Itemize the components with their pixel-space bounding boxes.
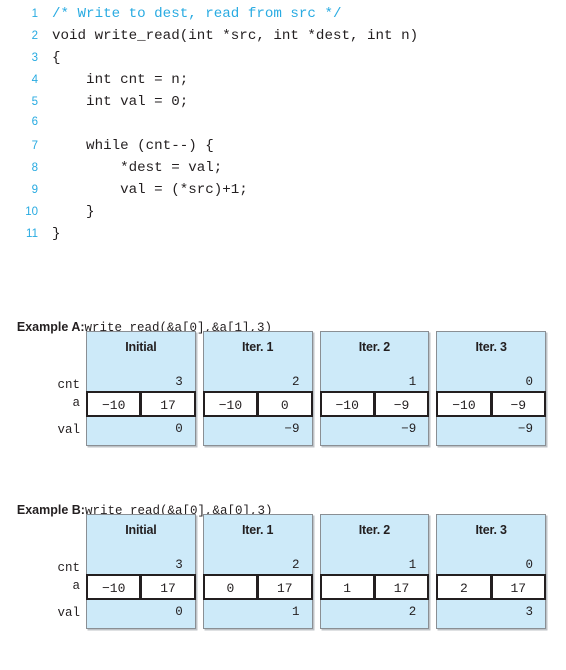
code-line: 1 /* Write to dest, read from src */ bbox=[0, 6, 566, 28]
code-line: 3 { bbox=[0, 50, 566, 72]
panel-header: Initial bbox=[125, 340, 157, 354]
val-value: 0 bbox=[175, 422, 183, 436]
array-cells: −10 −9 bbox=[319, 391, 430, 417]
line-number: 11 bbox=[26, 228, 38, 240]
cnt-value: 1 bbox=[408, 375, 417, 389]
cnt-value: 0 bbox=[525, 375, 533, 389]
array-cell: 17 bbox=[491, 574, 546, 600]
array-cells: 2 17 bbox=[436, 574, 546, 600]
code-line: 7 while (cnt--) { bbox=[0, 138, 566, 160]
row-label-cnt: cnt bbox=[57, 378, 80, 392]
panel-header: Iter. 3 bbox=[475, 340, 507, 354]
line-code: } bbox=[52, 204, 95, 220]
line-code: int cnt = n; bbox=[52, 72, 189, 88]
row-label-val: val bbox=[57, 606, 80, 620]
code-line: 10 } bbox=[0, 204, 566, 226]
panel-header: Iter. 1 bbox=[241, 340, 274, 354]
example-b-diagram: cnt a val Initial 3 −10 17 0 Iter. 1 2 0… bbox=[0, 514, 566, 632]
cnt-value: 2 bbox=[291, 558, 300, 572]
array-cell: −9 bbox=[374, 391, 430, 417]
array-cell: 1 bbox=[319, 574, 375, 600]
line-number: 9 bbox=[31, 184, 38, 196]
val-value: −9 bbox=[517, 422, 533, 436]
array-cell: −10 bbox=[86, 391, 142, 417]
line-code: { bbox=[52, 50, 61, 66]
array-cell: 0 bbox=[202, 574, 259, 600]
panel-header: Initial bbox=[125, 523, 157, 537]
state-panel: Iter. 1 2 −10 0 −9 bbox=[202, 331, 313, 446]
val-value: −9 bbox=[284, 422, 300, 436]
code-listing: 1 /* Write to dest, read from src */ 2 v… bbox=[0, 6, 566, 248]
row-label-a: a bbox=[72, 396, 80, 410]
panel-header: Iter. 2 bbox=[358, 523, 390, 537]
line-code: void write_read(int *src, int *dest, int… bbox=[52, 28, 419, 44]
line-number: 6 bbox=[31, 116, 38, 128]
line-code: /* Write to dest, read from src */ bbox=[52, 6, 342, 22]
code-line: 11 } bbox=[0, 226, 566, 248]
line-number: 1 bbox=[31, 8, 38, 20]
array-cell: −10 bbox=[319, 391, 375, 417]
state-panel: Iter. 1 2 0 17 1 bbox=[202, 514, 313, 629]
code-line: 8 *dest = val; bbox=[0, 160, 566, 182]
array-cell: −10 bbox=[436, 391, 492, 417]
array-cell: −10 bbox=[86, 574, 142, 600]
line-code: int val = 0; bbox=[52, 94, 189, 110]
array-cell: 17 bbox=[374, 574, 430, 600]
state-panel: Iter. 3 0 2 17 3 bbox=[436, 514, 546, 629]
code-line: 6 bbox=[0, 116, 566, 138]
val-value: 0 bbox=[175, 605, 183, 619]
val-value: 3 bbox=[525, 605, 533, 619]
array-cell: −9 bbox=[491, 391, 546, 417]
panel-header: Iter. 2 bbox=[358, 340, 390, 354]
line-code: } bbox=[52, 226, 61, 242]
line-code: *dest = val; bbox=[52, 160, 223, 176]
cnt-value: 3 bbox=[175, 375, 183, 389]
state-panel: Iter. 2 1 −10 −9 −9 bbox=[319, 331, 430, 446]
panel-header: Iter. 3 bbox=[475, 523, 507, 537]
line-number: 7 bbox=[31, 140, 38, 152]
array-cells: 0 17 bbox=[202, 574, 313, 600]
line-number: 10 bbox=[25, 206, 38, 218]
line-code: val = (*src)+1; bbox=[52, 182, 248, 198]
array-cells: −10 0 bbox=[202, 391, 313, 417]
state-panel: Initial 3 −10 17 0 bbox=[86, 514, 196, 629]
line-number: 5 bbox=[31, 96, 38, 108]
line-number: 2 bbox=[31, 30, 38, 42]
row-label-cnt: cnt bbox=[57, 561, 80, 575]
array-cell: 2 bbox=[436, 574, 492, 600]
state-panel: Iter. 2 1 1 17 2 bbox=[319, 514, 430, 629]
val-value: 1 bbox=[291, 605, 300, 619]
array-cells: −10 17 bbox=[86, 574, 196, 600]
code-line: 2 void write_read(int *src, int *dest, i… bbox=[0, 28, 566, 50]
val-value: −9 bbox=[401, 422, 417, 436]
example-a-diagram: cnt a val Initial 3 −10 17 0 Iter. 1 2 −… bbox=[0, 331, 566, 449]
cnt-value: 0 bbox=[525, 558, 533, 572]
state-panel: Initial 3 −10 17 0 bbox=[86, 331, 196, 446]
line-code: while (cnt--) { bbox=[52, 138, 214, 154]
row-label-a: a bbox=[72, 579, 80, 593]
array-cell: 17 bbox=[141, 391, 196, 417]
code-line: 5 int val = 0; bbox=[0, 94, 566, 116]
cnt-value: 1 bbox=[408, 558, 417, 572]
array-cell: 0 bbox=[258, 391, 313, 417]
array-cells: 1 17 bbox=[319, 574, 430, 600]
line-number: 8 bbox=[31, 162, 38, 174]
array-cells: −10 17 bbox=[86, 391, 196, 417]
val-value: 2 bbox=[408, 605, 417, 619]
code-line: 4 int cnt = n; bbox=[0, 72, 566, 94]
array-cell: −10 bbox=[202, 391, 259, 417]
example-b-panels: Initial 3 −10 17 0 Iter. 1 2 0 17 1 Iter… bbox=[86, 514, 546, 629]
panel-header: Iter. 1 bbox=[241, 523, 274, 537]
row-label-val: val bbox=[57, 423, 80, 437]
array-cell: 17 bbox=[141, 574, 196, 600]
line-number: 3 bbox=[31, 52, 38, 64]
cnt-value: 2 bbox=[291, 375, 300, 389]
cnt-value: 3 bbox=[175, 558, 183, 572]
line-number: 4 bbox=[31, 74, 38, 86]
array-cells: −10 −9 bbox=[436, 391, 546, 417]
state-panel: Iter. 3 0 −10 −9 −9 bbox=[436, 331, 546, 446]
example-a-panels: Initial 3 −10 17 0 Iter. 1 2 −10 0 −9 It… bbox=[86, 331, 546, 446]
code-line: 9 val = (*src)+1; bbox=[0, 182, 566, 204]
array-cell: 17 bbox=[258, 574, 313, 600]
